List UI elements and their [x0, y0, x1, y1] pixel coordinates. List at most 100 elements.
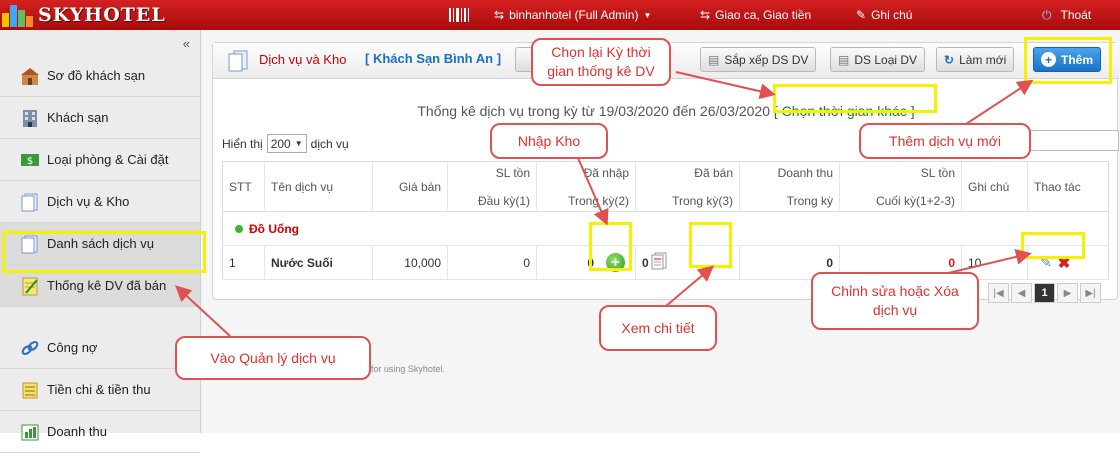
- first-page-icon[interactable]: |◀: [988, 283, 1009, 303]
- col-imported-line1: Đã nhập: [583, 165, 629, 180]
- next-page-icon[interactable]: ▶: [1057, 283, 1078, 303]
- sidebar-item-hotel-map[interactable]: Sơ đồ khách sạn: [0, 55, 200, 97]
- view-detail-icon[interactable]: [651, 252, 667, 273]
- col-closing-stock-line2: Cuối kỳ(1+2-3): [875, 193, 955, 208]
- col-name[interactable]: Tên dịch vụ: [264, 161, 373, 212]
- sidebar-item-revenue[interactable]: Doanh thu: [0, 411, 200, 453]
- sidebar-item-room-types[interactable]: $ Loại phòng & Cài đặt: [0, 139, 200, 181]
- sidebar-item-label: Tiền chi & tiền thu: [47, 382, 151, 397]
- user-name: binhanhotel (Full Admin): [509, 8, 639, 22]
- group-row: Đồ Uống: [222, 211, 1109, 246]
- col-opening-stock[interactable]: SL tồn Đầu kỳ(1): [447, 161, 537, 212]
- callout-view-detail: Xem chi tiết: [599, 305, 717, 351]
- collapse-sidebar-icon[interactable]: «: [183, 36, 190, 51]
- barcode-icon[interactable]: [449, 0, 469, 30]
- callout-import-stock: Nhập Kho: [490, 123, 608, 159]
- hotel-map-icon: [20, 66, 40, 86]
- logo-buildings-icon: [2, 3, 34, 27]
- sidebar-item-label: Dịch vụ & Kho: [47, 194, 130, 209]
- service-types-button[interactable]: ▤ DS Loại DV: [830, 47, 926, 72]
- col-closing-stock-line1: SL tồn: [920, 165, 955, 180]
- last-page-icon[interactable]: ▶|: [1080, 283, 1101, 303]
- user-menu[interactable]: ⇆ binhanhotel (Full Admin) ▼: [494, 0, 651, 30]
- col-stt[interactable]: STT: [222, 161, 265, 212]
- building-icon: [20, 108, 40, 128]
- sidebar-item-label: Khách sạn: [47, 110, 109, 125]
- sidebar-item-services-inventory[interactable]: Dịch vụ & Kho: [0, 181, 200, 223]
- sidebar-item-sold-services-stats[interactable]: Thống kê DV đã bán: [0, 265, 200, 307]
- sidebar-item-hotel[interactable]: Khách sạn: [0, 97, 200, 139]
- sidebar-item-label: Doanh thu: [47, 424, 107, 439]
- document-icon: [20, 192, 40, 212]
- col-sold[interactable]: Đã bán Trong kỳ(3): [635, 161, 740, 212]
- refresh-button[interactable]: ↻ Làm mới: [936, 47, 1015, 72]
- prev-page-icon[interactable]: ◀: [1011, 283, 1032, 303]
- shift-handover-link[interactable]: ⇆ Giao ca, Giao tiền: [700, 0, 811, 30]
- search-input[interactable]: [1029, 130, 1119, 151]
- link-icon: [20, 338, 40, 358]
- col-price[interactable]: Giá bán: [372, 161, 448, 212]
- cell-opening-stock: 0: [447, 245, 537, 280]
- swap-icon: ⇆: [700, 8, 711, 22]
- cell-sold: 0: [635, 245, 740, 280]
- page-size-value: 200: [270, 136, 291, 151]
- col-actions[interactable]: Thao tác: [1027, 161, 1109, 212]
- imported-value: 0: [587, 255, 594, 270]
- svg-text:$: $: [27, 156, 33, 167]
- delete-icon[interactable]: ✖: [1058, 254, 1071, 272]
- caret-down-icon: ▼: [294, 139, 303, 148]
- show-label: Hiển thị: [222, 136, 263, 151]
- notes-link[interactable]: ✎ Ghi chú: [856, 0, 912, 30]
- col-imported-line2: Trong kỳ(2): [568, 193, 629, 208]
- col-opening-stock-line2: Đầu kỳ(1): [477, 193, 530, 208]
- col-closing-stock[interactable]: SL tồn Cuối kỳ(1+2-3): [839, 161, 962, 212]
- sidebar-item-service-list[interactable]: Danh sách dịch vụ: [0, 223, 200, 265]
- col-revenue-line1: Doanh thu: [777, 165, 833, 180]
- period-summary: Thống kê dịch vụ trong kỳ từ 19/03/2020 …: [213, 103, 1119, 119]
- cell-actions: ✎ ✖: [1027, 245, 1109, 280]
- col-note[interactable]: Ghi chú: [961, 161, 1028, 212]
- change-period-link[interactable]: [ Chọn thời gian khác ]: [774, 103, 915, 119]
- hotel-name: [ Khách Sạn Bình An ]: [365, 51, 502, 66]
- logout-link[interactable]: ⏻ Thoát: [1042, 0, 1091, 30]
- power-icon: ⏻: [1042, 7, 1052, 22]
- page-length-control: Hiển thị 200 ▼ dịch vụ: [222, 134, 349, 153]
- col-opening-stock-line1: SL tồn: [495, 165, 530, 180]
- notes-label: Ghi chú: [871, 8, 913, 22]
- money-icon: $: [20, 150, 40, 170]
- user-icon: ⇆: [494, 8, 505, 22]
- sort-services-button[interactable]: ▤ Sắp xếp DS DV: [700, 47, 817, 72]
- plus-circle-icon: +: [1041, 52, 1056, 67]
- callout-edit-delete: Chỉnh sửa hoặc Xóa dịch vụ: [811, 272, 979, 330]
- service-types-label: DS Loại DV: [854, 52, 918, 67]
- top-navbar: SKYHOTEL ⇆ binhanhotel (Full Admin) ▼ ⇆ …: [0, 0, 1120, 30]
- page-button-current[interactable]: 1: [1034, 283, 1055, 303]
- page-size-select[interactable]: 200 ▼: [266, 134, 307, 153]
- sort-icon: ▤: [708, 52, 720, 67]
- period-text: Thống kê dịch vụ trong kỳ từ 19/03/2020 …: [417, 103, 770, 119]
- refresh-icon: ↻: [944, 52, 955, 67]
- cell-stt: 1: [222, 245, 265, 280]
- sold-value: 0: [642, 255, 649, 270]
- callout-add-service: Thêm dịch vụ mới: [859, 123, 1031, 159]
- sidebar-item-label: Danh sách dịch vụ: [47, 236, 154, 251]
- add-service-button[interactable]: + Thêm: [1033, 47, 1102, 72]
- sidebar-item-label: Công nợ: [47, 340, 98, 355]
- sort-services-label: Sắp xếp DS DV: [724, 52, 809, 67]
- edit-icon[interactable]: ✎: [1040, 254, 1052, 271]
- col-revenue[interactable]: Doanh thu Trong kỳ: [739, 161, 840, 212]
- callout-manage-services: Vào Quản lý dịch vụ: [175, 336, 371, 380]
- document-icon: [20, 234, 40, 254]
- import-stock-icon[interactable]: +: [606, 253, 625, 272]
- sidebar-item-cash-flow[interactable]: Tiền chi & tiền thu: [0, 369, 200, 411]
- per-page-label: dịch vụ: [310, 136, 349, 151]
- app-logo[interactable]: SKYHOTEL: [2, 2, 166, 28]
- sidebar: « Sơ đồ khách sạn Khách sạn $ Loại phòng…: [0, 30, 201, 453]
- col-revenue-line2: Trong kỳ: [786, 193, 833, 208]
- panel-title: Dịch vụ và Kho: [259, 52, 347, 67]
- col-imported[interactable]: Đã nhập Trong kỳ(2): [536, 161, 636, 212]
- sidebar-item-debt[interactable]: Công nợ: [0, 327, 200, 369]
- logout-label: Thoát: [1060, 8, 1092, 22]
- list-icon: ▤: [838, 52, 850, 67]
- document-icon: [227, 49, 249, 76]
